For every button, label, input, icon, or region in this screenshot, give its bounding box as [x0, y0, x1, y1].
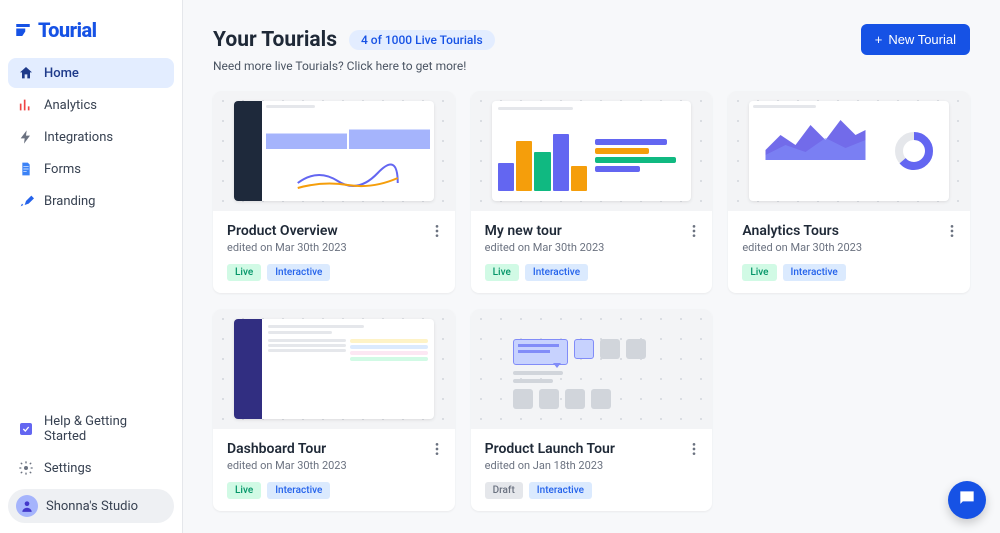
- main-content: Your Tourials 4 of 1000 Live Tourials + …: [183, 0, 1000, 533]
- new-tourial-button[interactable]: + New Tourial: [861, 24, 970, 55]
- tourial-card[interactable]: Product Launch Tour edited on Jan 18th 2…: [471, 309, 713, 511]
- header-subtext[interactable]: Need more live Tourials? Click here to g…: [213, 59, 970, 73]
- card-thumbnail: [728, 91, 970, 211]
- status-badge: Draft: [485, 482, 523, 499]
- card-edited: edited on Mar 30th 2023: [485, 241, 699, 254]
- tourial-card[interactable]: Product Overview edited on Mar 30th 2023…: [213, 91, 455, 293]
- type-badge: Interactive: [267, 264, 330, 281]
- status-badge: Live: [485, 264, 519, 281]
- chat-icon: [957, 488, 977, 512]
- card-edited: edited on Jan 18th 2023: [485, 459, 699, 472]
- status-badge: Live: [227, 264, 261, 281]
- doc-icon: [18, 161, 34, 177]
- card-menu-button[interactable]: [429, 441, 445, 457]
- card-thumbnail: [471, 309, 713, 429]
- sidebar-item-settings[interactable]: Settings: [8, 453, 174, 483]
- card-thumbnail: [213, 309, 455, 429]
- check-square-icon: [18, 421, 34, 437]
- tourial-card[interactable]: Analytics Tours edited on Mar 30th 2023 …: [728, 91, 970, 293]
- card-menu-button[interactable]: [944, 223, 960, 239]
- logo[interactable]: Tourial: [8, 14, 174, 56]
- sidebar-item-label: Branding: [44, 194, 95, 209]
- gear-icon: [18, 460, 34, 476]
- status-badge: Live: [742, 264, 776, 281]
- tourial-card[interactable]: Dashboard Tour edited on Mar 30th 2023 L…: [213, 309, 455, 511]
- card-title: Dashboard Tour: [227, 441, 441, 457]
- sidebar-item-label: Forms: [44, 162, 81, 177]
- nav-primary: Home Analytics Integrations Forms Brandi…: [8, 58, 174, 216]
- tourial-card[interactable]: My new tour edited on Mar 30th 2023 Live…: [471, 91, 713, 293]
- card-title: Product Overview: [227, 223, 441, 239]
- avatar: [16, 495, 38, 517]
- type-badge: Interactive: [783, 264, 846, 281]
- sidebar-item-integrations[interactable]: Integrations: [8, 122, 174, 152]
- card-thumbnail: [471, 91, 713, 211]
- card-thumbnail: [213, 91, 455, 211]
- sidebar-item-help[interactable]: Help & Getting Started: [8, 407, 174, 451]
- sidebar: Tourial Home Analytics Integrations Form…: [0, 0, 183, 533]
- sidebar-item-label: Home: [44, 66, 79, 81]
- card-title: My new tour: [485, 223, 699, 239]
- sidebar-item-home[interactable]: Home: [8, 58, 174, 88]
- brush-icon: [18, 193, 34, 209]
- logo-text: Tourial: [38, 18, 97, 42]
- type-badge: Interactive: [267, 482, 330, 499]
- card-edited: edited on Mar 30th 2023: [227, 241, 441, 254]
- workspace-name: Shonna's Studio: [46, 499, 138, 514]
- sidebar-item-label: Analytics: [44, 98, 97, 113]
- plus-icon: +: [875, 32, 883, 47]
- sidebar-item-label: Integrations: [44, 130, 113, 145]
- count-badge: 4 of 1000 Live Tourials: [349, 30, 495, 50]
- type-badge: Interactive: [529, 482, 592, 499]
- card-menu-button[interactable]: [429, 223, 445, 239]
- tourial-grid: Product Overview edited on Mar 30th 2023…: [213, 91, 970, 511]
- nav-secondary: Help & Getting Started Settings: [8, 407, 174, 483]
- bolt-icon: [18, 129, 34, 145]
- card-edited: edited on Mar 30th 2023: [227, 459, 441, 472]
- status-badge: Live: [227, 482, 261, 499]
- chart-icon: [18, 97, 34, 113]
- card-title: Analytics Tours: [742, 223, 956, 239]
- sidebar-item-forms[interactable]: Forms: [8, 154, 174, 184]
- page-header: Your Tourials 4 of 1000 Live Tourials + …: [213, 24, 970, 55]
- sidebar-item-label: Help & Getting Started: [44, 414, 164, 444]
- sidebar-item-analytics[interactable]: Analytics: [8, 90, 174, 120]
- page-title: Your Tourials: [213, 28, 337, 52]
- card-title: Product Launch Tour: [485, 441, 699, 457]
- home-icon: [18, 65, 34, 81]
- card-menu-button[interactable]: [686, 441, 702, 457]
- sidebar-item-branding[interactable]: Branding: [8, 186, 174, 216]
- workspace-switcher[interactable]: Shonna's Studio: [8, 489, 174, 523]
- sidebar-item-label: Settings: [44, 461, 91, 476]
- card-edited: edited on Mar 30th 2023: [742, 241, 956, 254]
- new-button-label: New Tourial: [888, 32, 956, 47]
- type-badge: Interactive: [525, 264, 588, 281]
- card-menu-button[interactable]: [686, 223, 702, 239]
- chat-fab[interactable]: [948, 481, 986, 519]
- logo-icon: [14, 21, 32, 39]
